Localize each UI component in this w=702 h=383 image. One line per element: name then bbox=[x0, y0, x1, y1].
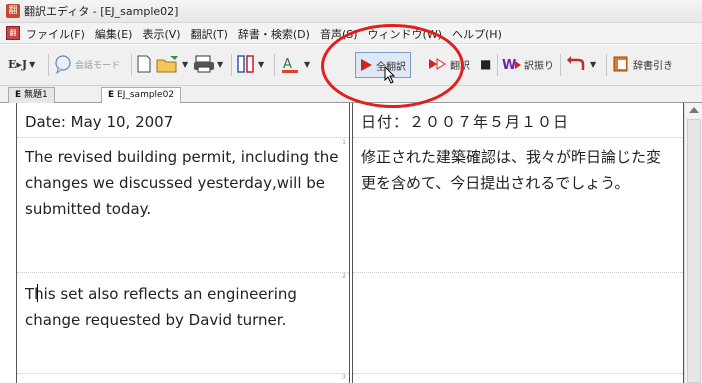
dictionary-icon bbox=[613, 56, 628, 72]
print-button[interactable]: ▼ bbox=[193, 52, 223, 76]
conversation-mode-button[interactable]: 会話モード bbox=[53, 52, 120, 76]
toolbar-separator bbox=[274, 54, 275, 76]
source-segment[interactable]: Date: May 10, 2007 bbox=[17, 103, 349, 137]
menu-bar: 翻 ファイル(F) 編集(E) 表示(V) 翻訳(T) 辞書・検索(D) 音声(… bbox=[0, 23, 702, 44]
svg-text:A: A bbox=[283, 57, 292, 72]
target-segment[interactable]: 日付：２００７年５月１０日 bbox=[353, 103, 683, 137]
split-translation-label: 訳振り bbox=[524, 60, 554, 72]
chevron-down-icon[interactable]: ▼ bbox=[217, 60, 223, 69]
menu-file[interactable]: ファイル(F) bbox=[24, 25, 87, 43]
folder-icon bbox=[156, 56, 178, 73]
menu-window[interactable]: ウィンドウ(W) bbox=[366, 25, 444, 43]
document-tabs: E 無題1 E EJ_sample02 bbox=[0, 86, 702, 103]
undo-icon bbox=[567, 56, 585, 70]
tab-label: 無題1 bbox=[24, 90, 48, 100]
editor-area: Date: May 10, 2007 1 The revised buildin… bbox=[16, 103, 702, 383]
chevron-down-icon: ▼ bbox=[29, 59, 36, 69]
source-text[interactable]: Date: May 10, 2007 bbox=[17, 103, 349, 135]
play-to-line-icon bbox=[429, 58, 446, 70]
text-color-icon: A bbox=[282, 57, 298, 73]
toolbar-separator bbox=[560, 54, 561, 76]
segment-divider bbox=[353, 373, 683, 374]
chevron-down-icon[interactable]: ▼ bbox=[304, 60, 310, 69]
source-segment[interactable]: The revised building permit, including t… bbox=[17, 138, 349, 272]
menu-dictionary-search[interactable]: 辞書・検索(D) bbox=[236, 25, 312, 43]
undo-button[interactable]: ▼ bbox=[566, 52, 596, 76]
source-text[interactable]: The revised building permit, including t… bbox=[17, 138, 349, 222]
text-caret bbox=[37, 284, 38, 302]
menu-translate[interactable]: 翻訳(T) bbox=[189, 25, 230, 43]
title-bar: 翻 翻訳エディタ - [EJ_sample02] bbox=[0, 0, 702, 23]
font-color-button[interactable]: A ▼ bbox=[280, 52, 310, 76]
target-segment[interactable]: 修正された建築確認は、我々が昨日論じた変更を含めて、今日提出されるでしょう。 bbox=[353, 138, 683, 272]
menu-voice[interactable]: 音声(S) bbox=[318, 25, 360, 43]
chevron-down-icon[interactable]: ▼ bbox=[182, 60, 188, 69]
dictionary-lookup-label: 辞書引き bbox=[633, 60, 673, 72]
tab-direction-label: E bbox=[15, 90, 22, 100]
direction-label: E▸J bbox=[8, 57, 28, 71]
source-text[interactable]: This set also reflects an engineering ch… bbox=[17, 275, 349, 333]
printer-icon bbox=[194, 55, 214, 73]
chevron-down-icon[interactable]: ▼ bbox=[258, 60, 264, 69]
stop-icon: ■ bbox=[480, 57, 492, 71]
app-icon: 翻 bbox=[6, 4, 20, 18]
target-text[interactable]: 日付：２００７年５月１０日 bbox=[353, 103, 683, 135]
translate-label: 翻訳 bbox=[450, 60, 470, 72]
word-split-icon: W bbox=[502, 58, 521, 73]
document-icon[interactable]: 翻 bbox=[6, 26, 20, 40]
translate-all-button[interactable]: 全翻訳 bbox=[355, 52, 411, 78]
target-text[interactable]: 修正された建築確認は、我々が昨日論じた変更を含めて、今日提出されるでしょう。 bbox=[353, 138, 683, 196]
direction-dropdown[interactable]: E▸J ▼ bbox=[8, 52, 35, 76]
new-document-button[interactable] bbox=[136, 52, 152, 76]
target-text[interactable] bbox=[353, 275, 683, 281]
segment-divider bbox=[353, 272, 683, 273]
split-translation-button[interactable]: W 訳振り bbox=[502, 52, 554, 76]
vertical-scrollbar[interactable] bbox=[684, 103, 702, 383]
new-file-icon bbox=[137, 55, 151, 73]
tab-ej-sample02[interactable]: E EJ_sample02 bbox=[101, 87, 182, 103]
toolbar-separator bbox=[48, 54, 49, 76]
scroll-up-icon[interactable] bbox=[689, 107, 699, 113]
source-segment[interactable]: This set also reflects an engineering ch… bbox=[17, 275, 349, 373]
dictionary-lookup-button[interactable]: 辞書引き bbox=[612, 52, 673, 76]
tab-untitled1[interactable]: E 無題1 bbox=[8, 87, 55, 103]
menu-edit[interactable]: 編集(E) bbox=[93, 25, 135, 43]
play-icon bbox=[361, 59, 372, 71]
toolbar: E▸J ▼ 会話モード ▼ ▼ ▼ A ▼ 全翻訳 翻訳 ■ W 訳振り ▼ 辞… bbox=[0, 45, 702, 86]
toolbar-separator bbox=[131, 54, 132, 76]
menu-help[interactable]: ヘルプ(H) bbox=[450, 25, 504, 43]
tab-direction-label: E bbox=[108, 90, 115, 100]
mouse-pointer-icon bbox=[384, 66, 396, 84]
segment-divider bbox=[17, 373, 349, 374]
scrollbar-thumb[interactable] bbox=[687, 119, 701, 383]
svg-text:W: W bbox=[502, 58, 516, 73]
stop-button[interactable]: ■ bbox=[480, 52, 491, 76]
toolbar-separator bbox=[606, 54, 607, 76]
window-title: 翻訳エディタ - [EJ_sample02] bbox=[24, 5, 179, 18]
segment-divider bbox=[17, 272, 349, 273]
open-file-button[interactable]: ▼ bbox=[156, 52, 188, 76]
target-pane[interactable]: 日付：２００７年５月１０日 修正された建築確認は、我々が昨日論じた変更を含めて、… bbox=[352, 103, 684, 383]
speech-bubble-icon bbox=[55, 55, 71, 74]
layout-button[interactable]: ▼ bbox=[236, 52, 264, 76]
source-pane[interactable]: Date: May 10, 2007 1 The revised buildin… bbox=[16, 103, 350, 383]
chevron-down-icon[interactable]: ▼ bbox=[590, 60, 596, 69]
toolbar-separator bbox=[231, 54, 232, 76]
translate-button[interactable]: 翻訳 bbox=[428, 52, 470, 76]
conversation-mode-label: 会話モード bbox=[75, 60, 121, 71]
segment-number: 3 bbox=[342, 374, 346, 381]
toolbar-separator bbox=[497, 54, 498, 76]
target-segment[interactable] bbox=[353, 275, 683, 373]
menu-view[interactable]: 表示(V) bbox=[140, 25, 182, 43]
columns-layout-icon bbox=[237, 55, 254, 73]
tab-label: EJ_sample02 bbox=[117, 90, 175, 100]
